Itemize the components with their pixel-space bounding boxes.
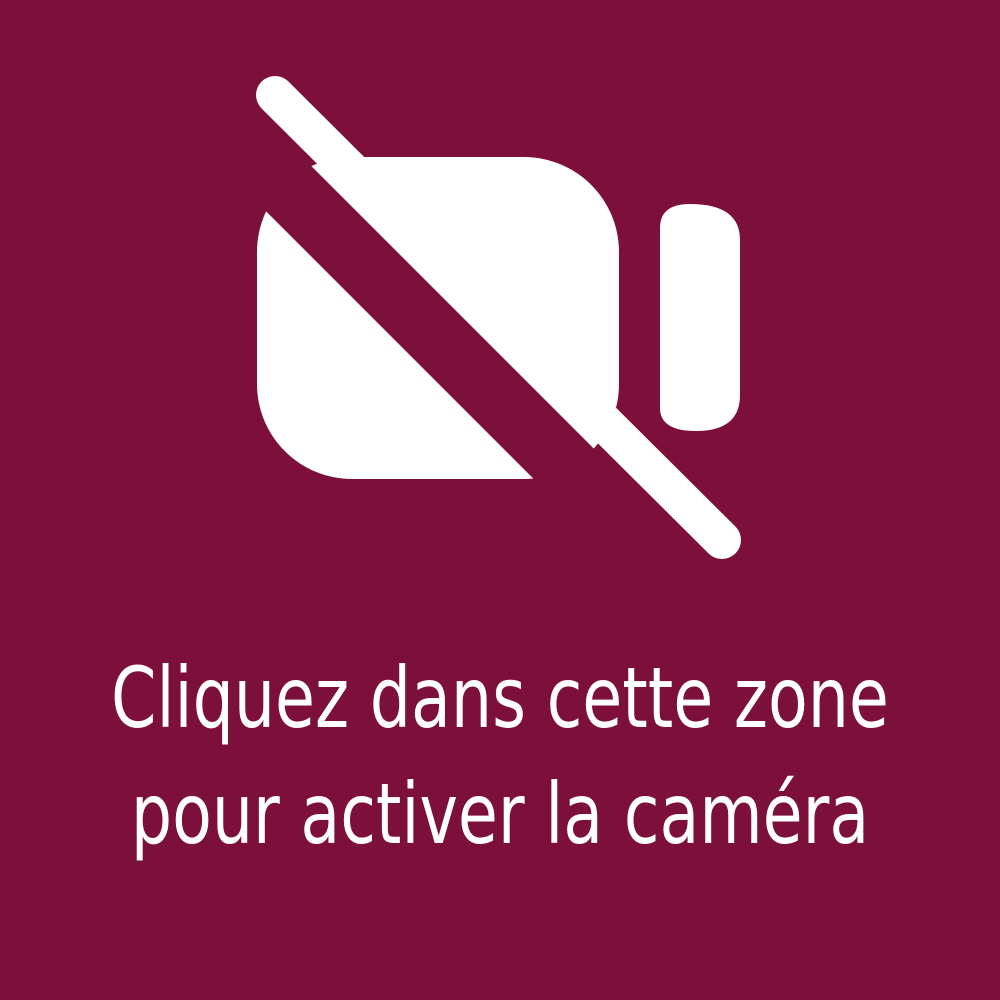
video-camera-off-icon <box>250 76 741 559</box>
enable-camera-zone[interactable]: Cliquez dans cette zone pour activer la … <box>0 0 1000 1000</box>
prompt-line-1: Cliquez dans cette zone <box>111 649 889 747</box>
prompt-line-2: pour activer la caméra <box>130 765 870 863</box>
camera-prompt-text: Cliquez dans cette zone pour activer la … <box>70 640 930 872</box>
camera-lens-shape <box>660 204 740 431</box>
